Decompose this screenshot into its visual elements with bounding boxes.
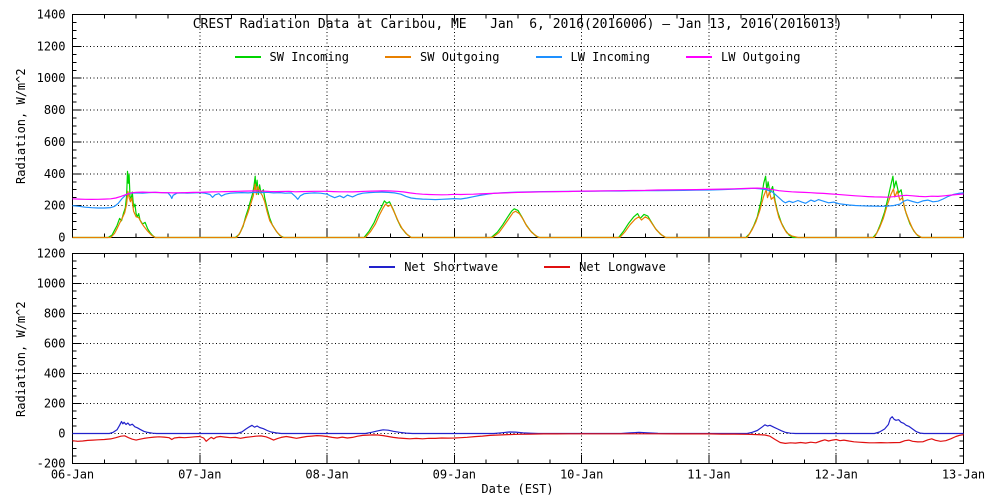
svg-text:400: 400: [44, 167, 66, 181]
net-shortwave-line-sample: [369, 266, 396, 268]
y-axis-label-bottom: Radiation, W/m^2: [14, 301, 28, 417]
radiation-figure: 0 200 400 600 800 1000 1200 1400 -200 0 200 400 600 8…: [0, 0, 1000, 500]
bottom-legend: Net Shortwave Net Longwave: [72, 260, 963, 274]
legend-label: LW Incoming: [570, 50, 650, 64]
svg-text:800: 800: [44, 307, 66, 321]
svg-text:1200: 1200: [37, 39, 66, 53]
y-axis-label-top: Radiation, W/m^2: [14, 68, 28, 184]
svg-text:1400: 1400: [37, 8, 66, 22]
svg-text:200: 200: [44, 199, 66, 213]
legend-label: LW Outgoing: [720, 50, 801, 64]
svg-text:800: 800: [44, 103, 66, 117]
svg-text:0: 0: [58, 231, 65, 245]
svg-text:07-Jan: 07-Jan: [178, 468, 221, 482]
top-legend: SW Incoming SW Outgoing LW Incoming LW O…: [72, 50, 963, 64]
svg-text:09-Jan: 09-Jan: [433, 468, 476, 482]
sw-outgoing-line-sample: [385, 56, 412, 58]
sw-incoming-line-sample: [234, 56, 261, 58]
chart-title: CREST Radiation Data at Caribou, ME Jan …: [192, 17, 843, 32]
svg-text:08-Jan: 08-Jan: [305, 468, 348, 482]
svg-text:12-Jan: 12-Jan: [815, 468, 858, 482]
svg-text:13-Jan: 13-Jan: [942, 468, 985, 482]
legend-label: SW Incoming: [269, 50, 350, 64]
legend-item-sw-outgoing: SW Outgoing: [385, 50, 500, 64]
svg-text:200: 200: [44, 397, 66, 411]
legend-item-lw-outgoing: LW Outgoing: [685, 50, 801, 64]
svg-text:10-Jan: 10-Jan: [560, 468, 603, 482]
legend-item-sw-incoming: SW Incoming: [234, 50, 350, 64]
svg-text:1000: 1000: [37, 71, 66, 85]
svg-text:600: 600: [44, 337, 66, 351]
svg-text:0: 0: [58, 427, 65, 441]
svg-text:1200: 1200: [37, 247, 66, 261]
lw-incoming-line-sample: [535, 56, 562, 58]
svg-text:400: 400: [44, 367, 66, 381]
svg-text:1000: 1000: [37, 277, 66, 291]
legend-label: Net Shortwave: [404, 260, 499, 274]
svg-text:11-Jan: 11-Jan: [687, 468, 730, 482]
legend-label: Net Longwave: [579, 260, 666, 274]
x-axis-label: Date (EST): [481, 482, 554, 496]
svg-text:06-Jan: 06-Jan: [51, 468, 94, 482]
legend-item-lw-incoming: LW Incoming: [535, 50, 650, 64]
legend-item-net-shortwave: Net Shortwave: [369, 260, 498, 274]
legend-item-net-longwave: Net Longwave: [544, 260, 666, 274]
legend-label: SW Outgoing: [420, 50, 500, 64]
svg-text:600: 600: [44, 135, 66, 149]
lw-outgoing-line-sample: [685, 56, 712, 58]
net-longwave-line-sample: [544, 266, 571, 268]
plot-canvas: 0200400600800100012001400-20002004006008…: [37, 8, 986, 482]
